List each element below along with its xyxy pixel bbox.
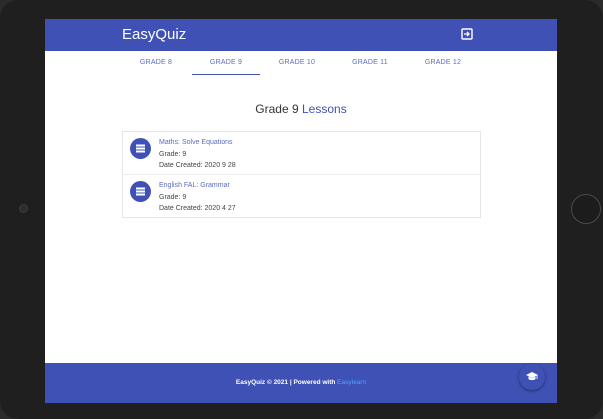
footer-text: EasyQuiz © 2021 | Powered with Easylearn (45, 379, 557, 386)
footer: EasyQuiz © 2021 | Powered with Easylearn (45, 363, 557, 403)
list-icon (136, 187, 145, 196)
lesson-list: Maths: Solve Equations Grade: 9 Date Cre… (122, 131, 481, 218)
home-button[interactable] (571, 194, 601, 224)
page-title-grade: Grade 9 (255, 102, 299, 116)
footer-link[interactable]: Easylearn (337, 379, 366, 386)
exit-to-app-icon[interactable] (461, 28, 473, 40)
lesson-title: English FAL: Grammar (159, 182, 230, 189)
top-app-bar: EasyQuiz (45, 19, 557, 51)
tab-grade-11[interactable]: GRADE 11 (336, 51, 404, 75)
grade-tabs: GRADE 8 GRADE 9 GRADE 10 GRADE 11 GRADE … (45, 51, 557, 75)
list-icon (136, 144, 145, 153)
lesson-date: Date Created: 2020 9 28 (159, 162, 236, 169)
app-brand[interactable]: EasyQuiz (122, 26, 186, 44)
fab-button[interactable] (519, 364, 545, 390)
page-title-accent: Lessons (302, 102, 347, 116)
tablet-frame: EasyQuiz GRADE 8 GRADE 9 GRADE 10 GRADE … (0, 0, 603, 419)
front-camera (19, 204, 28, 213)
lesson-date: Date Created: 2020 4 27 (159, 205, 236, 212)
tab-grade-9[interactable]: GRADE 9 (192, 51, 260, 75)
lesson-grade: Grade: 9 (159, 151, 187, 158)
lesson-grade: Grade: 9 (159, 194, 187, 201)
list-item[interactable]: English FAL: Grammar Grade: 9 Date Creat… (123, 174, 480, 217)
lesson-avatar (130, 181, 151, 202)
lesson-avatar (130, 138, 151, 159)
lesson-title: Maths: Solve Equations (159, 139, 233, 146)
app-screen: EasyQuiz GRADE 8 GRADE 9 GRADE 10 GRADE … (45, 19, 557, 403)
graduation-cap-icon (526, 372, 538, 381)
tab-grade-12[interactable]: GRADE 12 (409, 51, 477, 75)
list-item[interactable]: Maths: Solve Equations Grade: 9 Date Cre… (123, 132, 480, 174)
tab-grade-8[interactable]: GRADE 8 (122, 51, 190, 75)
footer-copyright: EasyQuiz © 2021 | Powered with (235, 379, 336, 386)
page-title: Grade 9 Lessons (45, 101, 557, 117)
tab-grade-10[interactable]: GRADE 10 (263, 51, 331, 75)
